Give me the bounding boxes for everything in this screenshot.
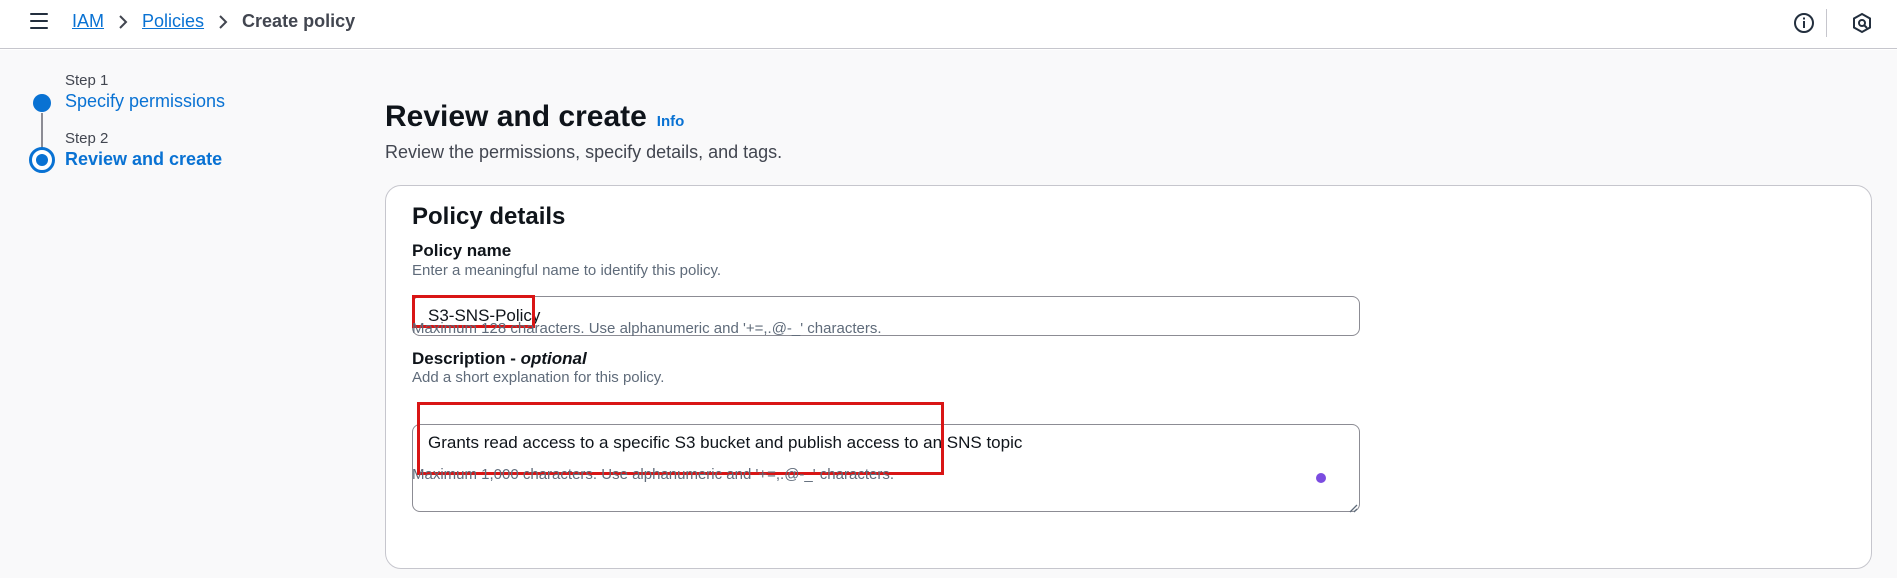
step-2-label: Step 2 xyxy=(65,130,109,147)
wizard-steps: Step 1 Specify permissions Step 2 Review… xyxy=(0,50,360,350)
page-title-text: Review and create xyxy=(385,100,647,133)
info-circle-icon[interactable] xyxy=(1793,12,1815,34)
policy-name-hint: Enter a meaningful name to identify this… xyxy=(412,262,722,279)
description-constraint: Maximum 1,000 characters. Use alphanumer… xyxy=(412,466,894,483)
card-title: Policy details xyxy=(412,203,566,230)
description-label: Description - optional xyxy=(412,349,587,369)
breadcrumb-current: Create policy xyxy=(242,11,356,31)
settings-hexagon-icon[interactable] xyxy=(1851,12,1873,34)
description-hint: Add a short explanation for this policy. xyxy=(412,369,665,386)
page-title: Review and create Info xyxy=(385,100,684,134)
step-1-indicator xyxy=(33,94,51,112)
breadcrumb: IAM Policies Create policy xyxy=(72,11,355,32)
step-2-current: Review and create xyxy=(65,149,223,169)
page-content: Step 1 Specify permissions Step 2 Review… xyxy=(0,50,1897,578)
chevron-right-icon xyxy=(118,13,128,31)
breadcrumb-iam[interactable]: IAM xyxy=(72,11,104,32)
policy-details-card: Policy details Policy name Enter a meani… xyxy=(385,185,1872,569)
step-2-indicator xyxy=(29,147,55,173)
description-label-text: Description - xyxy=(412,349,521,368)
top-navigation-bar: IAM Policies Create policy xyxy=(0,0,1897,49)
policy-name-constraint: Maximum 128 characters. Use alphanumeric… xyxy=(412,320,882,337)
breadcrumb-policies[interactable]: Policies xyxy=(142,11,204,32)
step-1-label: Step 1 xyxy=(65,72,109,89)
chevron-right-icon xyxy=(218,13,228,31)
info-link[interactable]: Info xyxy=(657,113,685,130)
assistant-indicator-icon xyxy=(1316,473,1326,483)
policy-name-label: Policy name xyxy=(412,241,512,260)
page-description: Review the permissions, specify details,… xyxy=(385,142,783,162)
menu-icon[interactable] xyxy=(30,13,48,31)
description-optional-text: optional xyxy=(520,349,587,368)
step-1-link[interactable]: Specify permissions xyxy=(65,91,225,112)
topbar-divider xyxy=(1826,9,1827,37)
resize-grip-icon[interactable] xyxy=(1348,500,1358,513)
